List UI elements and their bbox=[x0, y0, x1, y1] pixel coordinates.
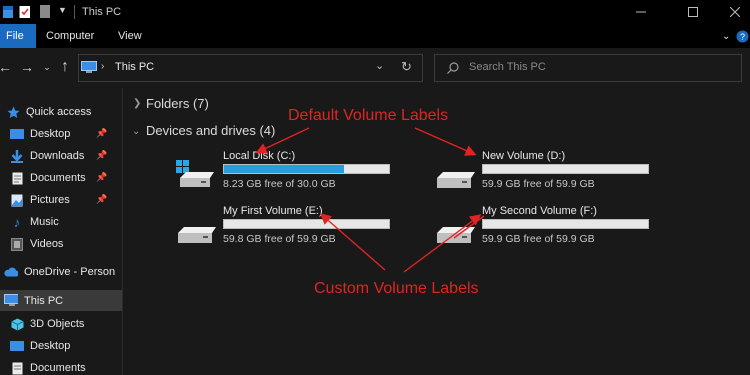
arrow-tail-second-volume bbox=[453, 215, 485, 239]
arrow-to-first-volume bbox=[319, 213, 386, 271]
annotation-default-labels: Default Volume Labels bbox=[288, 107, 449, 124]
arrow-to-local-disk bbox=[255, 127, 310, 154]
arrow-to-new-volume bbox=[414, 127, 477, 156]
arrow-to-second-volume bbox=[403, 214, 482, 273]
annotation-custom-labels: Custom Volume Labels bbox=[314, 280, 479, 297]
annotation-arrows bbox=[255, 127, 485, 273]
